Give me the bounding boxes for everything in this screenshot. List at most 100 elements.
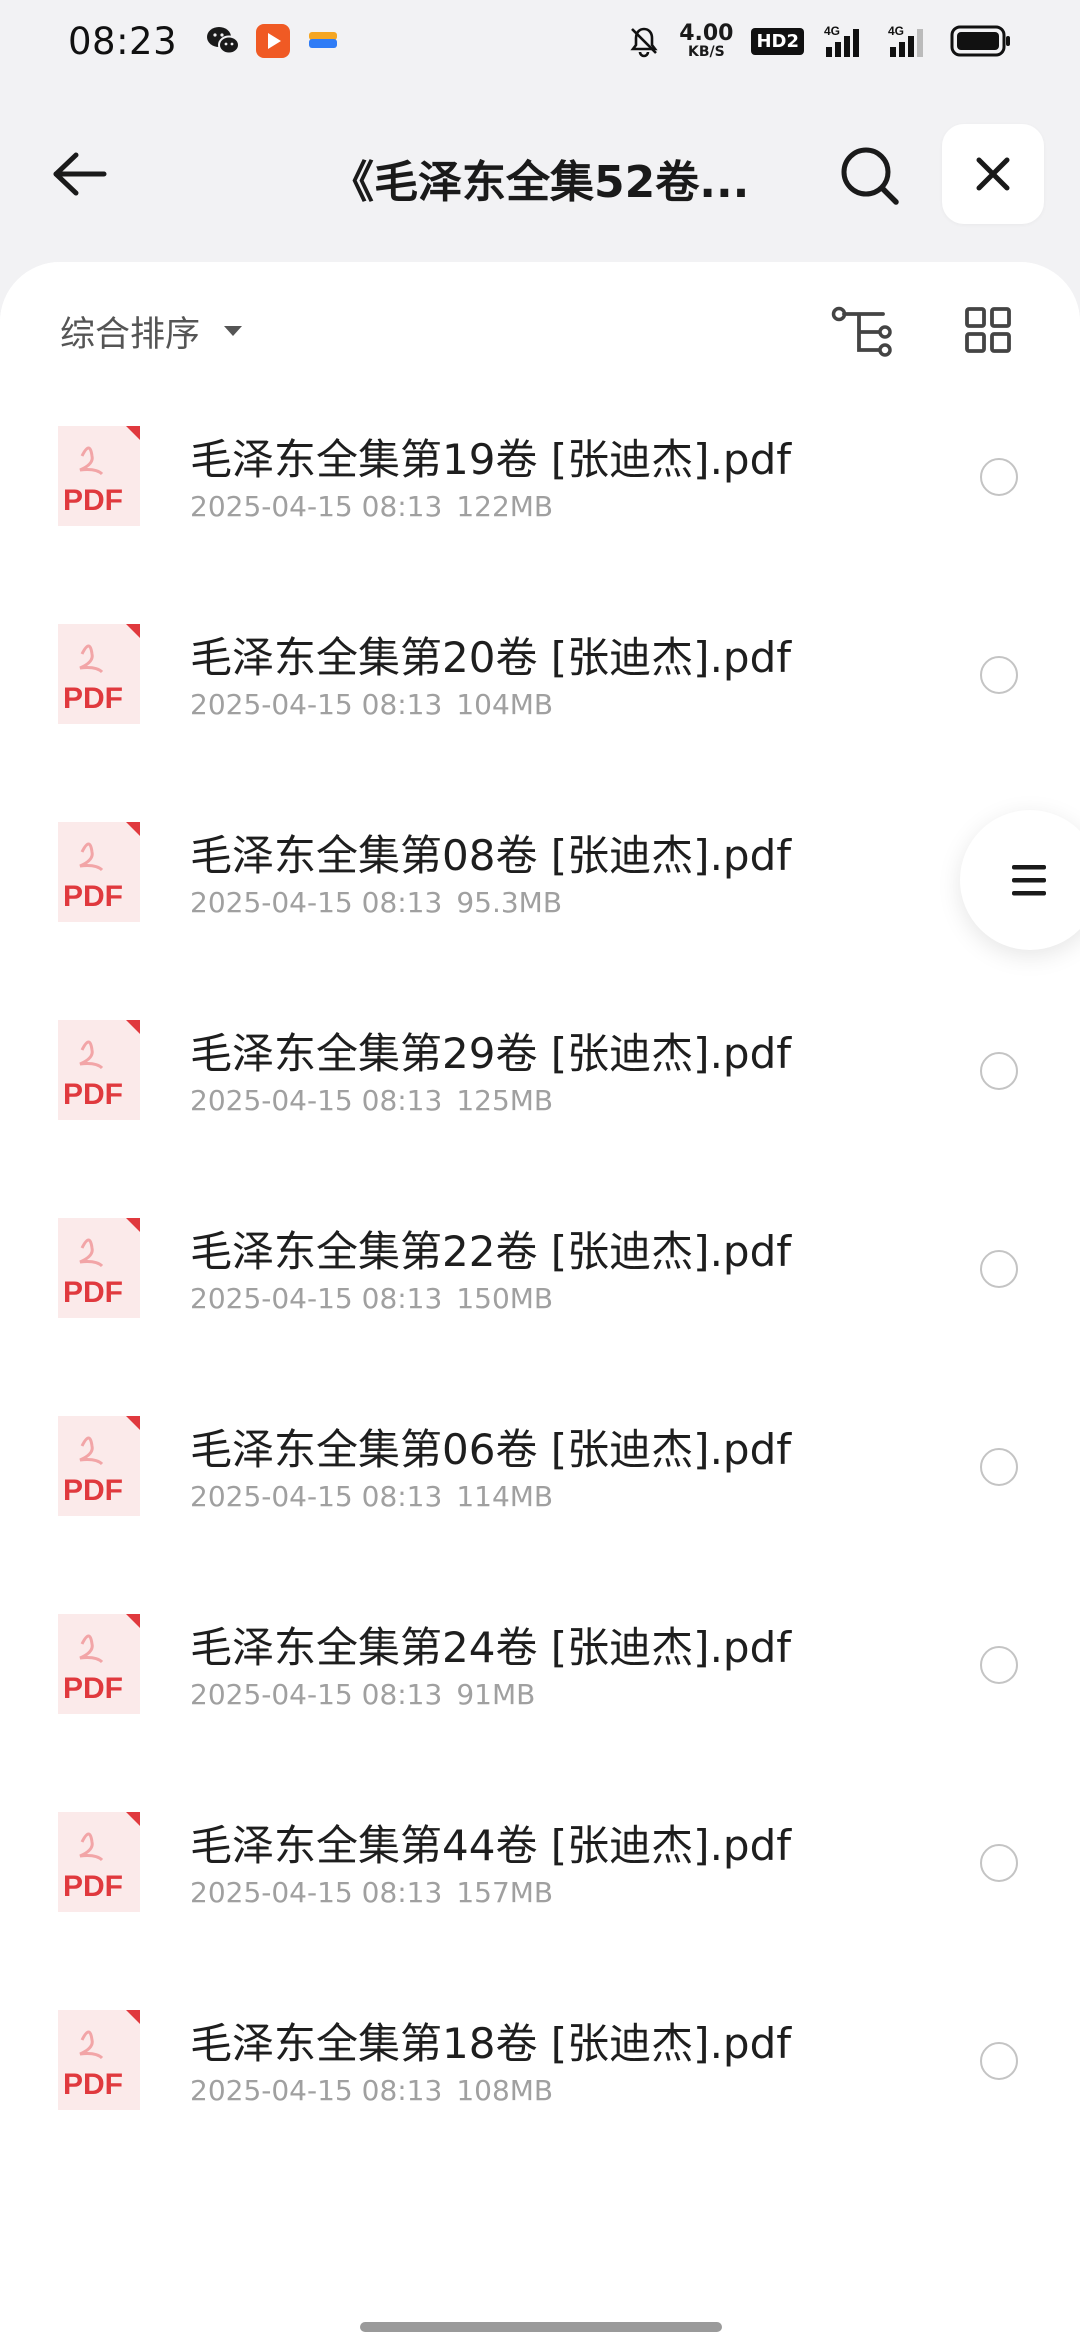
- page-title: 《毛泽东全集52卷...: [330, 157, 750, 206]
- file-meta: 2025-04-15 08:13 122MB: [190, 490, 553, 523]
- pdf-badge-label: PDF: [63, 484, 123, 517]
- select-radio[interactable]: [980, 458, 1018, 496]
- pdf-file-icon: PDF: [58, 624, 140, 724]
- wechat-icon: [207, 27, 241, 55]
- tree-view-icon: [831, 306, 892, 357]
- file-row[interactable]: PDF 毛泽东全集第44卷 [张迪杰].pdf 2025-04-15 08:13 15…: [0, 1758, 1080, 1956]
- hd-badge: HD2: [751, 27, 804, 55]
- file-size: 104MB: [456, 688, 554, 721]
- file-list-panel: 综合排序 PDF 毛泽东全集第19卷 [张迪杰].pdf 2025-04-15 …: [0, 262, 1080, 2340]
- file-meta: 2025-04-15 08:13 157MB: [190, 1876, 553, 1909]
- select-radio[interactable]: [980, 1052, 1018, 1090]
- file-row[interactable]: PDF 毛泽东全集第29卷 [张迪杰].pdf 2025-04-15 08:13 12…: [0, 966, 1080, 1164]
- header: 《毛泽东全集52卷...: [0, 118, 1080, 230]
- list-toolbar: 综合排序: [0, 262, 1080, 400]
- file-name: 毛泽东全集第18卷 [张迪杰].pdf: [190, 2019, 792, 2068]
- file-meta: 2025-04-15 08:13 114MB: [190, 1480, 553, 1513]
- file-size: 108MB: [456, 2074, 554, 2107]
- sort-label: 综合排序: [60, 314, 201, 355]
- caret-down-icon: [224, 326, 243, 336]
- file-row[interactable]: PDF 毛泽东全集第08卷 [张迪杰].pdf 2025-04-15 08:13 95…: [0, 768, 1080, 966]
- select-radio[interactable]: [980, 1646, 1018, 1684]
- signal-2-label: 4G: [888, 24, 904, 38]
- file-date: 2025-04-15 08:13: [190, 1084, 443, 1117]
- file-date: 2025-04-15 08:13: [190, 490, 443, 523]
- status-right: 4.00 KB/S HD2 4G 4G: [627, 23, 1012, 59]
- file-row[interactable]: PDF 毛泽东全集第06卷 [张迪杰].pdf 2025-04-15 08:13 11…: [0, 1362, 1080, 1560]
- pdf-badge-label: PDF: [63, 1672, 123, 1705]
- select-radio[interactable]: [980, 656, 1018, 694]
- file-name: 毛泽东全集第19卷 [张迪杰].pdf: [190, 435, 792, 484]
- pdf-file-icon: PDF: [58, 1020, 140, 1120]
- signal-1-label: 4G: [824, 24, 840, 38]
- file-meta: 2025-04-15 08:13 125MB: [190, 1084, 553, 1117]
- sort-dropdown[interactable]: 综合排序: [60, 306, 244, 356]
- status-time: 08:23: [68, 19, 178, 63]
- file-row[interactable]: PDF 毛泽东全集第19卷 [张迪杰].pdf 2025-04-15 08:13 12…: [0, 372, 1080, 570]
- back-button[interactable]: [44, 142, 116, 206]
- file-date: 2025-04-15 08:13: [190, 1876, 443, 1909]
- file-row[interactable]: PDF 毛泽东全集第24卷 [张迪杰].pdf 2025-04-15 08:13 91…: [0, 1560, 1080, 1758]
- file-size: 122MB: [456, 490, 554, 523]
- tree-view-button[interactable]: [830, 302, 894, 362]
- file-date: 2025-04-15 08:13: [190, 1678, 443, 1711]
- select-radio[interactable]: [980, 2042, 1018, 2080]
- pdf-badge-label: PDF: [63, 2068, 123, 2101]
- file-size: 91MB: [456, 1678, 536, 1711]
- signal-icon-2: 4G: [888, 24, 923, 57]
- home-indicator[interactable]: [360, 2322, 722, 2332]
- file-name: 毛泽东全集第20卷 [张迪杰].pdf: [190, 633, 792, 682]
- mute-bell-icon: [630, 27, 658, 58]
- close-button[interactable]: [942, 124, 1044, 224]
- pdf-file-icon: PDF: [58, 1218, 140, 1318]
- file-date: 2025-04-15 08:13: [190, 688, 443, 721]
- pdf-badge-label: PDF: [63, 1276, 123, 1309]
- file-name: 毛泽东全集第29卷 [张迪杰].pdf: [190, 1029, 792, 1078]
- select-radio[interactable]: [980, 1448, 1018, 1486]
- search-button[interactable]: [832, 138, 908, 214]
- network-speed-unit: KB/S: [687, 44, 725, 60]
- grid-view-icon: [965, 307, 1011, 353]
- pdf-badge-label: PDF: [63, 880, 123, 913]
- file-size: 150MB: [456, 1282, 554, 1315]
- file-size: 157MB: [456, 1876, 554, 1909]
- file-size: 125MB: [456, 1084, 554, 1117]
- pdf-file-icon: PDF: [58, 426, 140, 526]
- signal-icon: 4G: [824, 24, 859, 57]
- pdf-file-icon: PDF: [58, 1614, 140, 1714]
- pdf-badge-label: PDF: [63, 1078, 123, 1111]
- status-app-icons: [205, 24, 341, 58]
- file-meta: 2025-04-15 08:13 95.3MB: [190, 886, 562, 919]
- file-row[interactable]: PDF 毛泽东全集第18卷 [张迪杰].pdf 2025-04-15 08:13 10…: [0, 1956, 1080, 2154]
- file-meta: 2025-04-15 08:13 150MB: [190, 1282, 553, 1315]
- file-size: 114MB: [456, 1480, 554, 1513]
- file-row[interactable]: PDF 毛泽东全集第20卷 [张迪杰].pdf 2025-04-15 08:13 10…: [0, 570, 1080, 768]
- file-date: 2025-04-15 08:13: [190, 886, 443, 919]
- pdf-file-icon: PDF: [58, 822, 140, 922]
- file-name: 毛泽东全集第24卷 [张迪杰].pdf: [190, 1623, 792, 1672]
- file-browser-screen: 08:23 4.00 KB/S HD2 4G 4G 《毛泽东全集52卷... 综…: [0, 0, 1080, 2340]
- file-name: 毛泽东全集第06卷 [张迪杰].pdf: [190, 1425, 792, 1474]
- pdf-file-icon: PDF: [58, 2010, 140, 2110]
- select-radio[interactable]: [980, 1844, 1018, 1882]
- pdf-badge-label: PDF: [63, 682, 123, 715]
- network-speed-value: 4.00: [679, 21, 734, 46]
- cloud-app-icon: [309, 32, 338, 48]
- grid-view-button[interactable]: [960, 302, 1016, 358]
- status-bar: 08:23 4.00 KB/S HD2 4G 4G: [0, 0, 1080, 82]
- file-date: 2025-04-15 08:13: [190, 1282, 443, 1315]
- file-date: 2025-04-15 08:13: [190, 2074, 443, 2107]
- file-name: 毛泽东全集第22卷 [张迪杰].pdf: [190, 1227, 792, 1276]
- file-meta: 2025-04-15 08:13 108MB: [190, 2074, 553, 2107]
- battery-icon: [950, 25, 1010, 57]
- select-radio[interactable]: [980, 1250, 1018, 1288]
- file-name: 毛泽东全集第08卷 [张迪杰].pdf: [190, 831, 792, 880]
- file-date: 2025-04-15 08:13: [190, 1480, 443, 1513]
- menu-icon: [1012, 865, 1046, 896]
- arrow-left-icon: [53, 152, 107, 196]
- file-meta: 2025-04-15 08:13 91MB: [190, 1678, 535, 1711]
- network-speed: 4.00 KB/S: [679, 21, 734, 60]
- video-app-icon: [256, 24, 291, 58]
- file-row[interactable]: PDF 毛泽东全集第22卷 [张迪杰].pdf 2025-04-15 08:13 15…: [0, 1164, 1080, 1362]
- file-size: 95.3MB: [456, 886, 563, 919]
